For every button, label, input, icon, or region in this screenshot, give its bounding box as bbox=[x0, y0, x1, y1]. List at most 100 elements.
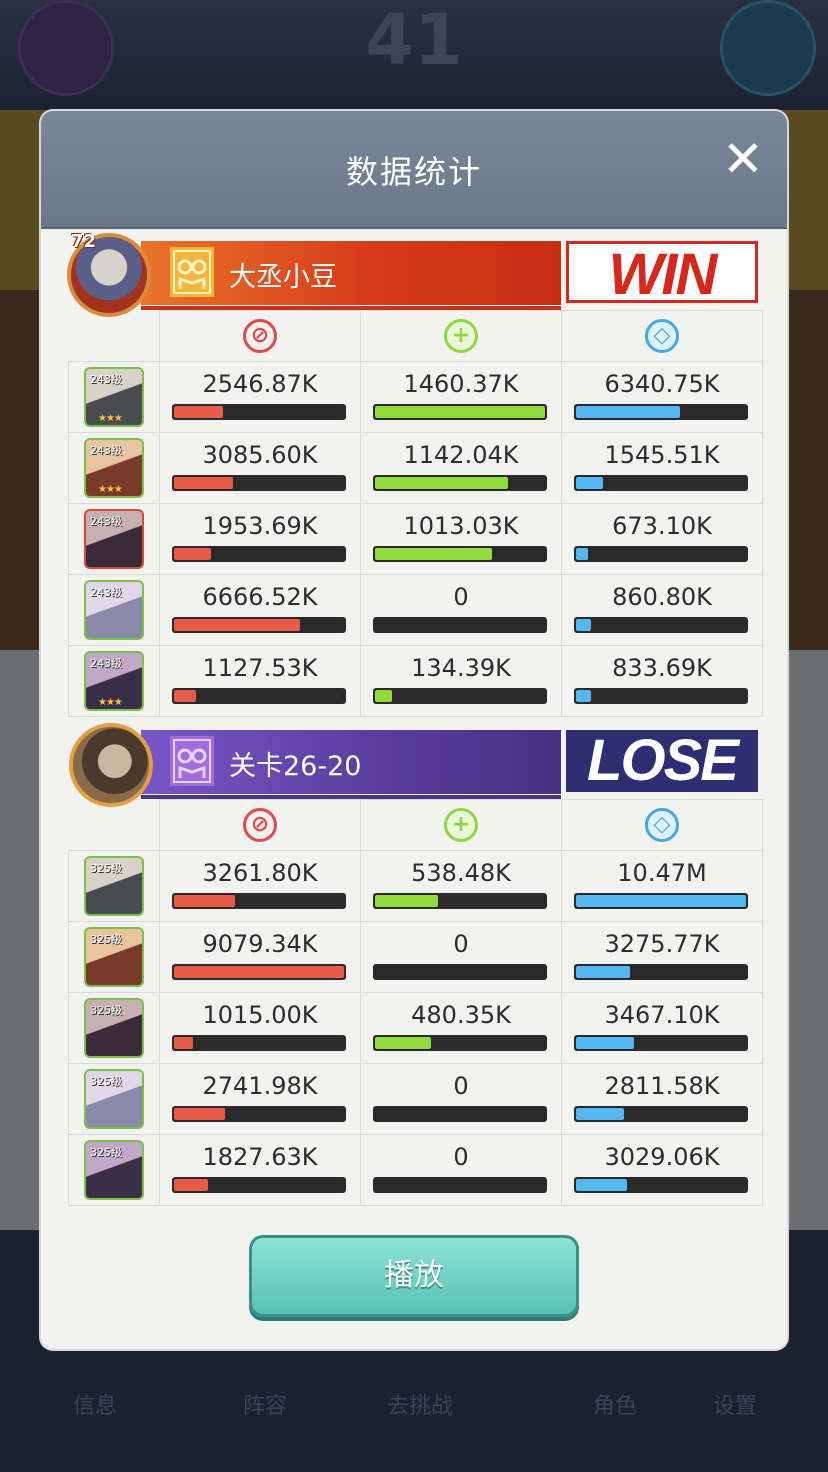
attack-value: 3261.80K bbox=[202, 859, 318, 887]
team-flag-icon bbox=[170, 247, 214, 297]
hero-cell: 243级 ★★★ bbox=[68, 432, 160, 504]
enemy-hero-rows: 325级 3261.80K 538.48K 10.47M 325级 9079.3… bbox=[68, 850, 763, 1206]
defense-header: ◇ bbox=[561, 310, 763, 362]
hero-portrait[interactable]: 243级 bbox=[84, 509, 144, 569]
defense-bar-fill bbox=[576, 1108, 624, 1120]
heal-bar-fill bbox=[375, 548, 492, 560]
attack-value: 1953.69K bbox=[202, 512, 318, 540]
heal-bar-fill bbox=[375, 1037, 431, 1049]
defense-bar-fill bbox=[576, 1179, 627, 1191]
heal-value: 0 bbox=[453, 583, 469, 611]
hero-stats-row: 243级 6666.52K 0 860.80K bbox=[68, 574, 763, 646]
team-banner-player: 大丞小豆 bbox=[141, 241, 561, 310]
attack-value: 9079.34K bbox=[202, 930, 318, 958]
defense-bar-fill bbox=[576, 406, 680, 418]
defense-cell: 2811.58K bbox=[561, 1063, 763, 1135]
hero-portrait[interactable]: 325级 bbox=[84, 927, 144, 987]
hero-stats-row: 325级 3261.80K 538.48K 10.47M bbox=[68, 850, 763, 922]
attack-cell: 1127.53K bbox=[159, 645, 361, 717]
heal-bar bbox=[373, 688, 547, 704]
enemy-stats-table: ⊘ + ◇ 325级 3261.80K 538.48K 10.47M 325级 … bbox=[68, 799, 763, 1206]
background-score: 41 bbox=[365, 0, 463, 81]
attack-bar-fill bbox=[174, 477, 233, 489]
heal-value: 1013.03K bbox=[403, 512, 519, 540]
hero-portrait[interactable]: 243级 bbox=[84, 580, 144, 640]
attack-value: 6666.52K bbox=[202, 583, 318, 611]
hero-cell: 243级 ★★★ bbox=[68, 645, 160, 717]
heal-value: 1460.37K bbox=[403, 370, 519, 398]
heal-bar bbox=[373, 1106, 547, 1122]
hero-cell: 325级 bbox=[68, 1063, 160, 1135]
attack-bar bbox=[172, 893, 346, 909]
modal-header: 数据统计 ✕ bbox=[41, 111, 787, 229]
hero-portrait[interactable]: 325级 bbox=[84, 1069, 144, 1129]
hero-level: 243级 bbox=[90, 515, 122, 528]
heal-cell: 1460.37K bbox=[360, 361, 562, 433]
hero-level: 243级 bbox=[90, 444, 122, 457]
player-hero-rows: 243级 ★★★ 2546.87K 1460.37K 6340.75K 243级… bbox=[68, 361, 763, 717]
enemy-avatar[interactable] bbox=[69, 723, 153, 807]
attack-value: 1827.63K bbox=[202, 1143, 318, 1171]
stats-header-row: ⊘ + ◇ bbox=[68, 310, 763, 362]
attack-bar-fill bbox=[174, 690, 196, 702]
attack-bar-fill bbox=[174, 1179, 208, 1191]
team-banner-enemy: 关卡26-20 bbox=[141, 730, 561, 799]
attack-cell: 3085.60K bbox=[159, 432, 361, 504]
attack-bar bbox=[172, 617, 346, 633]
hero-portrait[interactable]: 243级 ★★★ bbox=[84, 367, 144, 427]
attack-icon: ⊘ bbox=[243, 808, 277, 842]
hero-stats-row: 325级 1827.63K 0 3029.06K bbox=[68, 1134, 763, 1206]
header-spacer bbox=[68, 799, 160, 851]
heal-bar bbox=[373, 893, 547, 909]
hero-level: 243级 bbox=[90, 586, 122, 599]
heal-icon: + bbox=[444, 808, 478, 842]
team-flag-icon bbox=[170, 736, 214, 786]
hero-portrait[interactable]: 325级 bbox=[84, 856, 144, 916]
heal-bar bbox=[373, 475, 547, 491]
attack-value: 2741.98K bbox=[202, 1072, 318, 1100]
team-name: 大丞小豆 bbox=[229, 262, 337, 293]
defense-cell: 1545.51K bbox=[561, 432, 763, 504]
defense-bar bbox=[574, 1035, 748, 1051]
heal-value: 538.48K bbox=[411, 859, 511, 887]
background-tab: 设置 bbox=[712, 1394, 757, 1419]
hero-stats-row: 243级 ★★★ 3085.60K 1142.04K 1545.51K bbox=[68, 432, 763, 504]
attack-bar bbox=[172, 1035, 346, 1051]
hero-portrait[interactable]: 243级 ★★★ bbox=[84, 651, 144, 711]
defense-bar-fill bbox=[576, 477, 603, 489]
defense-bar-fill bbox=[576, 619, 591, 631]
defense-bar bbox=[574, 893, 748, 909]
attack-cell: 1827.63K bbox=[159, 1134, 361, 1206]
defense-bar bbox=[574, 617, 748, 633]
close-button[interactable]: ✕ bbox=[717, 133, 769, 185]
heal-bar-fill bbox=[375, 895, 438, 907]
attack-bar bbox=[172, 1106, 346, 1122]
defense-bar bbox=[574, 404, 748, 420]
hero-level: 325级 bbox=[90, 1004, 122, 1017]
hero-stats-row: 325级 1015.00K 480.35K 3467.10K bbox=[68, 992, 763, 1064]
defense-icon: ◇ bbox=[645, 808, 679, 842]
heal-bar-fill bbox=[375, 477, 508, 489]
hero-stars: ★★★ bbox=[98, 697, 123, 708]
defense-icon: ◇ bbox=[645, 319, 679, 353]
defense-bar bbox=[574, 688, 748, 704]
hero-cell: 325级 bbox=[68, 1134, 160, 1206]
heal-value: 0 bbox=[453, 1072, 469, 1100]
defense-value: 3275.77K bbox=[604, 930, 720, 958]
stats-header-row: ⊘ + ◇ bbox=[68, 799, 763, 851]
hero-portrait[interactable]: 325级 bbox=[84, 998, 144, 1058]
defense-bar bbox=[574, 964, 748, 980]
hero-portrait[interactable]: 325级 bbox=[84, 1140, 144, 1200]
defense-cell: 3467.10K bbox=[561, 992, 763, 1064]
attack-bar-fill bbox=[174, 895, 235, 907]
attack-bar bbox=[172, 404, 346, 420]
play-button[interactable]: 播放 bbox=[249, 1235, 579, 1317]
heal-value: 0 bbox=[453, 1143, 469, 1171]
hero-portrait[interactable]: 243级 ★★★ bbox=[84, 438, 144, 498]
heal-cell: 1142.04K bbox=[360, 432, 562, 504]
defense-bar-fill bbox=[576, 548, 588, 560]
attack-bar-fill bbox=[174, 548, 211, 560]
defense-cell: 3275.77K bbox=[561, 921, 763, 993]
hero-cell: 325级 bbox=[68, 992, 160, 1064]
attack-value: 1127.53K bbox=[202, 654, 318, 682]
